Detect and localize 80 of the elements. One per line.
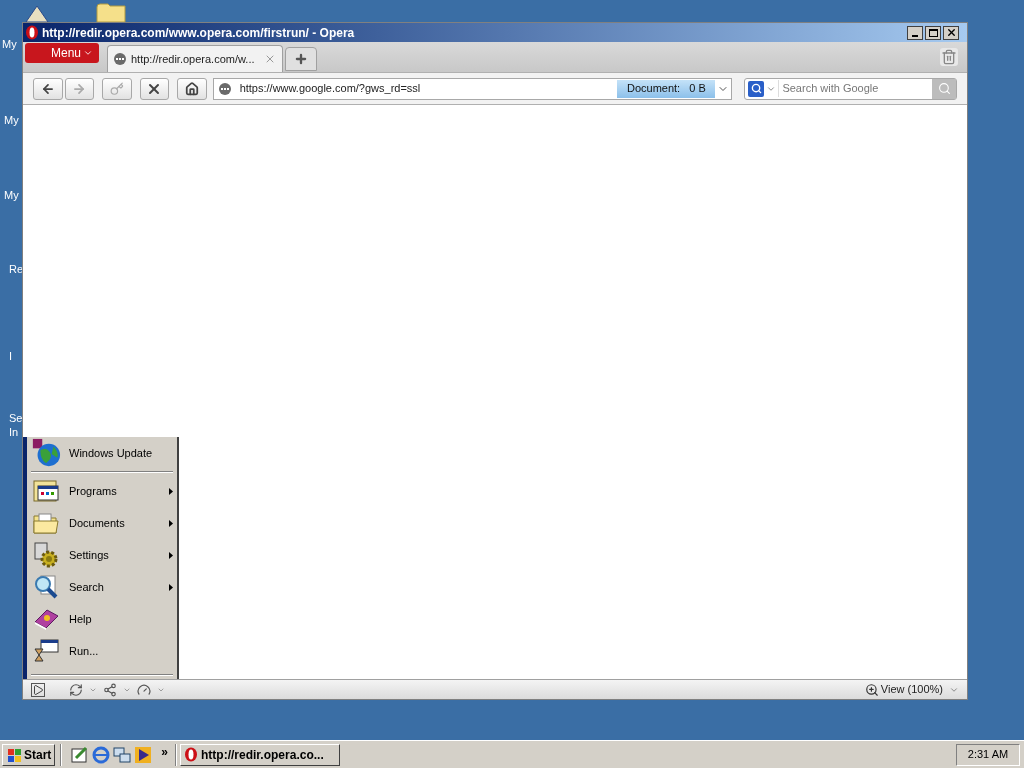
window-title: http://redir.opera.com/www.opera.com/firstrun/ - Opera (42, 24, 355, 42)
opera-logo-icon (184, 747, 199, 762)
start-menu-item[interactable]: Windows Update (27, 437, 177, 469)
network-icon[interactable] (113, 745, 132, 764)
globe-icon (31, 438, 61, 468)
page-icon (218, 82, 231, 95)
document-size-indicator: Document: 0 B (617, 79, 716, 98)
close-tab-icon[interactable] (264, 53, 276, 65)
start-menu-item[interactable]: Programs (27, 475, 177, 507)
submenu-arrow-icon (169, 551, 173, 559)
plus-icon (294, 52, 308, 66)
close-button[interactable] (943, 25, 959, 40)
zoom-level[interactable]: View (100%) (880, 681, 943, 698)
sync-icon[interactable] (69, 682, 83, 697)
desktop-icon-label: In (9, 426, 19, 439)
menu-item-label: Search (69, 579, 104, 595)
submenu-arrow-icon (169, 583, 173, 591)
search-engine-icon[interactable] (748, 80, 765, 97)
desktop-icon-label: My (2, 38, 17, 51)
desktop-icon-label: My (4, 114, 19, 127)
share-icon[interactable] (103, 682, 117, 697)
folder-icon[interactable] (96, 3, 128, 22)
zoom-icon[interactable] (864, 682, 879, 697)
desktop-icon-label: My (4, 189, 19, 202)
new-tab-button[interactable] (285, 47, 317, 71)
desktop-icon-label: Re (9, 263, 24, 276)
trash-icon[interactable] (940, 48, 958, 66)
run-icon (33, 639, 59, 663)
desktop-icon-label: I (9, 350, 13, 363)
taskbar-button[interactable]: http://redir.opera.co... (180, 743, 341, 766)
program-folder-icon (33, 479, 59, 503)
search-field[interactable]: Search with Google (744, 77, 958, 100)
book-icon (33, 608, 59, 630)
clock: 2:31 AM (956, 743, 1020, 766)
speedometer-icon[interactable] (137, 682, 151, 697)
opera-logo-icon (25, 25, 39, 40)
home-button[interactable] (177, 77, 207, 100)
desktop-icon-label: Se (9, 412, 23, 425)
home-icon (184, 81, 199, 96)
submenu-arrow-icon (169, 487, 173, 495)
caret-icon (83, 48, 93, 58)
desktop-shortcut-icon[interactable] (71, 745, 90, 764)
browser-tab[interactable]: http://redir.opera.com/w... (107, 45, 283, 72)
magnifier-icon (33, 574, 59, 600)
back-button[interactable] (33, 77, 63, 100)
start-menu-item[interactable]: Run... (27, 635, 177, 667)
start-menu-item[interactable]: Help (27, 603, 177, 635)
menu-item-label: Windows Update (69, 445, 153, 461)
overflow-chevron[interactable]: » (161, 742, 169, 761)
task-title: http://redir.opera.co... (201, 746, 324, 764)
tab-title: http://redir.opera.com/w... (131, 51, 255, 67)
address-text: https://www.google.com/?gws_rd=ssl (239, 81, 421, 97)
search-icon (750, 83, 762, 94)
browser-icon[interactable] (92, 745, 111, 764)
menu-item-label: Help (69, 611, 92, 627)
maximize-button[interactable] (925, 25, 941, 40)
start-button[interactable]: Start (2, 743, 56, 766)
menu-item-label: Run... (69, 643, 99, 659)
folder-icon (33, 512, 59, 534)
search-input[interactable]: Search with Google (778, 80, 929, 97)
address-field[interactable]: https://www.google.com/?gws_rd=ssl Document: 0 B (212, 77, 733, 100)
page-icon (114, 53, 126, 65)
menu-item-label: Programs (69, 483, 117, 499)
panel-toggle-icon[interactable] (31, 682, 45, 697)
menu-item-label: Settings (69, 547, 109, 563)
submenu-arrow-icon (169, 519, 173, 527)
search-icon (937, 82, 951, 95)
forward-arrow-icon (72, 81, 87, 96)
media-player-icon[interactable] (134, 745, 153, 764)
windows-logo-icon (6, 747, 22, 762)
key-icon (109, 81, 124, 96)
minimize-button[interactable] (907, 25, 923, 40)
start-menu-item[interactable]: Documents (27, 507, 177, 539)
menu-item-label: Documents (69, 515, 125, 531)
menu-button[interactable]: Menu (25, 43, 99, 63)
stop-button[interactable] (139, 77, 170, 100)
close-icon (945, 27, 957, 38)
start-menu-item[interactable]: Search (27, 571, 177, 603)
gear-icon (33, 542, 59, 568)
start-menu-item[interactable]: Settings (27, 539, 177, 571)
